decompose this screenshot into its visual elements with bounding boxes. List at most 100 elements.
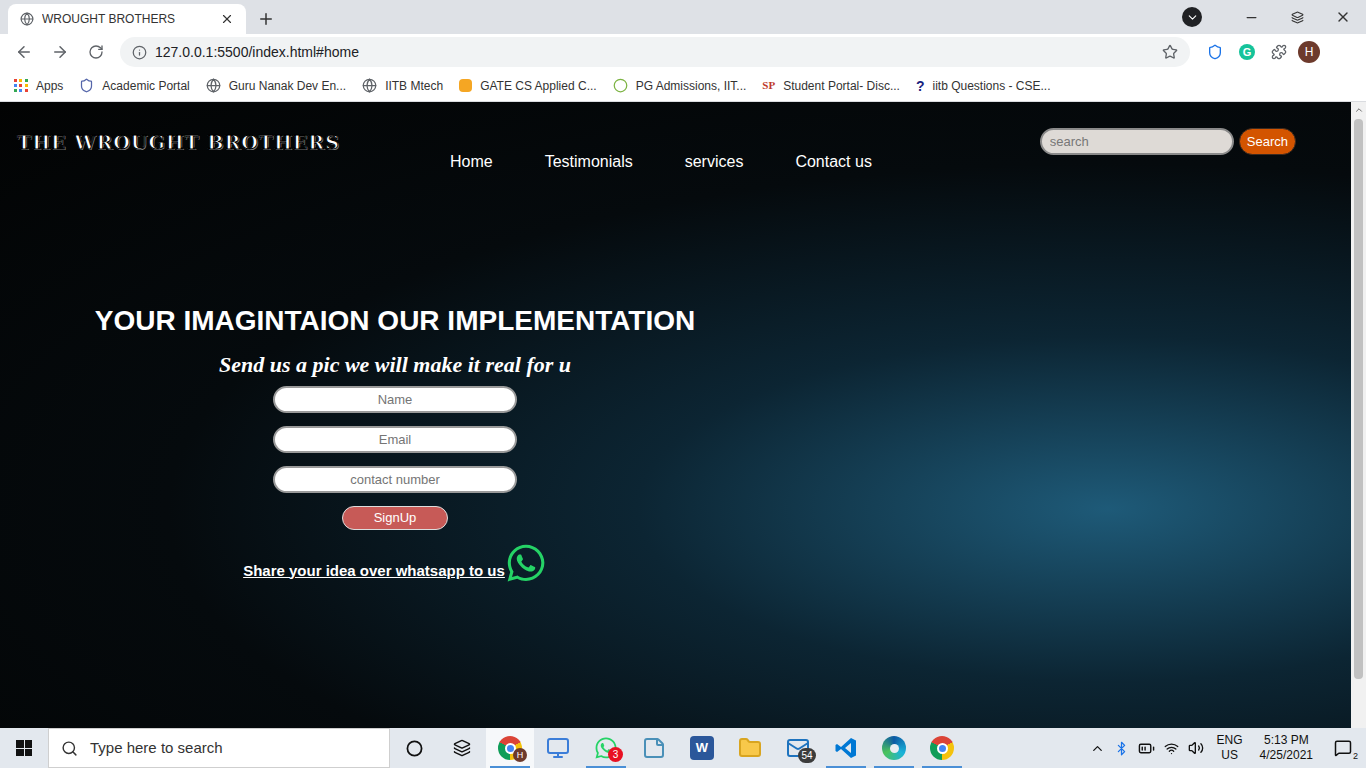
notification-count: 2 [1352,752,1359,761]
bookmark[interactable]: IITB Mtech [362,77,443,95]
wifi-icon[interactable] [1164,741,1179,756]
clock[interactable]: 5:13 PM4/25/2021 [1256,733,1317,763]
close-tab-icon[interactable] [220,12,234,26]
back-button[interactable] [8,36,40,68]
vscode-icon [834,736,858,760]
task-view-button[interactable] [438,728,486,768]
toolbar: 127.0.0.1:5500/index.html#home G H [0,34,1366,70]
minimize-button[interactable] [1228,0,1274,34]
monogram-icon: SP [762,77,775,94]
taskbar: Type here to search H 3 W 54 ENGUS 5:13 PM4/25… [0,728,1366,768]
count-badge: 54 [798,748,816,763]
site-logo[interactable]: THE WROUGHT BROTHERS [17,131,340,153]
extension-button[interactable] [1202,39,1228,65]
taskbar-app[interactable] [630,728,678,768]
plus-icon [257,10,275,28]
signup-form: SignUp [273,386,517,530]
info-icon [132,45,147,60]
bookmark[interactable]: SPStudent Portal- Disc... [762,77,900,95]
question-icon: ? [916,79,925,93]
reload-button[interactable] [80,36,112,68]
cortana-icon [406,740,423,757]
windows-logo-icon [16,740,32,756]
extension-button[interactable]: G [1234,39,1260,65]
count-badge: 3 [608,747,623,762]
task-view-icon [453,739,471,757]
taskbar-app[interactable] [726,728,774,768]
globe-icon [20,12,34,26]
edge-icon [882,736,906,760]
volume-icon[interactable] [1188,740,1204,756]
puzzle-icon [1271,44,1287,60]
start-button[interactable] [0,728,48,768]
address-bar[interactable]: 127.0.0.1:5500/index.html#home [120,37,1190,67]
profile-badge: H [513,748,527,762]
browser-tab[interactable]: WROUGHT BROTHERS [8,4,246,34]
chrome-icon [930,736,954,760]
minimize-icon [1244,10,1259,25]
system-tray: ENGUS 5:13 PM4/25/2021 2 [1090,728,1366,768]
grammarly-icon: G [1239,44,1255,60]
scroll-up-icon[interactable] [1354,105,1364,115]
form-input[interactable] [273,426,517,453]
taskbar-search[interactable]: Type here to search [48,728,390,768]
forward-button[interactable] [44,36,76,68]
show-hidden-icon[interactable] [1090,741,1105,756]
nav-link[interactable]: Testimonials [545,150,633,174]
signup-button[interactable]: SignUp [342,506,448,530]
leaf-icon [613,78,628,93]
reload-icon [88,44,104,60]
new-tab-button[interactable] [254,7,278,31]
extension-button[interactable] [1266,39,1292,65]
bookmark[interactable]: ?iitb Questions - CSE... [916,77,1051,95]
bookmark[interactable]: Academic Portal [79,77,189,95]
taskbar-app[interactable] [822,728,870,768]
site-search-input[interactable] [1040,128,1234,155]
taskbar-app[interactable]: W [678,728,726,768]
restore-button[interactable] [1274,0,1320,34]
bookmark-star-icon[interactable] [1162,44,1178,60]
running-indicator [874,766,914,768]
hero-subtitle: Send us a pic we will make it real for u [219,350,571,380]
hero-headline: YOUR IMAGINTAION OUR IMPLEMENTATION [95,302,695,340]
bookmark[interactable]: GATE CS Applied C... [459,77,597,95]
taskbar-app[interactable]: 3 [582,728,630,768]
scrollbar-thumb[interactable] [1354,119,1363,679]
desktop: WROUGHT BROTHERS127.0.0.1:5500/index.htm… [0,0,1366,768]
taskbar-app[interactable] [918,728,966,768]
bookmark[interactable]: Guru Nanak Dev En... [206,77,346,95]
tab-search-button[interactable] [1182,7,1202,27]
form-input[interactable] [273,386,517,413]
bluetooth-icon[interactable] [1114,741,1129,756]
battery-icon[interactable] [1138,740,1155,757]
notification-button[interactable]: 2 [1326,728,1360,768]
profile-avatar[interactable]: H [1298,41,1320,63]
running-indicator [826,766,866,768]
folder-icon [738,736,762,760]
scrollbar[interactable] [1351,102,1366,728]
running-indicator [586,766,626,768]
nav-link[interactable]: Contact us [795,150,871,174]
language-indicator[interactable]: ENGUS [1213,733,1247,763]
nav-link[interactable]: services [685,150,744,174]
forward-arrow-icon [51,43,69,61]
whatsapp-icon[interactable] [505,542,547,584]
whatsapp-link[interactable]: Share your idea over whatsapp to us [243,560,505,583]
site-search-button[interactable]: Search [1239,128,1296,155]
word-icon: W [690,736,714,760]
close-button[interactable] [1320,0,1366,34]
restore-icon [1291,11,1304,24]
notes-icon [642,736,666,760]
taskbar-app[interactable]: H [486,728,534,768]
bookmark[interactable]: PG Admissions, IIT... [613,77,747,95]
form-input[interactable] [273,466,517,493]
taskbar-app[interactable] [534,728,582,768]
crest-icon [79,78,94,93]
web-page: THE WROUGHT BROTHERS Home Testimonials serv… [0,102,1366,728]
bookmark[interactable]: Apps [14,77,63,95]
taskbar-app[interactable]: 54 [774,728,822,768]
cortana-button[interactable] [390,728,438,768]
taskbar-app[interactable] [870,728,918,768]
apps-grid-icon [14,79,28,93]
nav-link[interactable]: Home [450,150,493,174]
